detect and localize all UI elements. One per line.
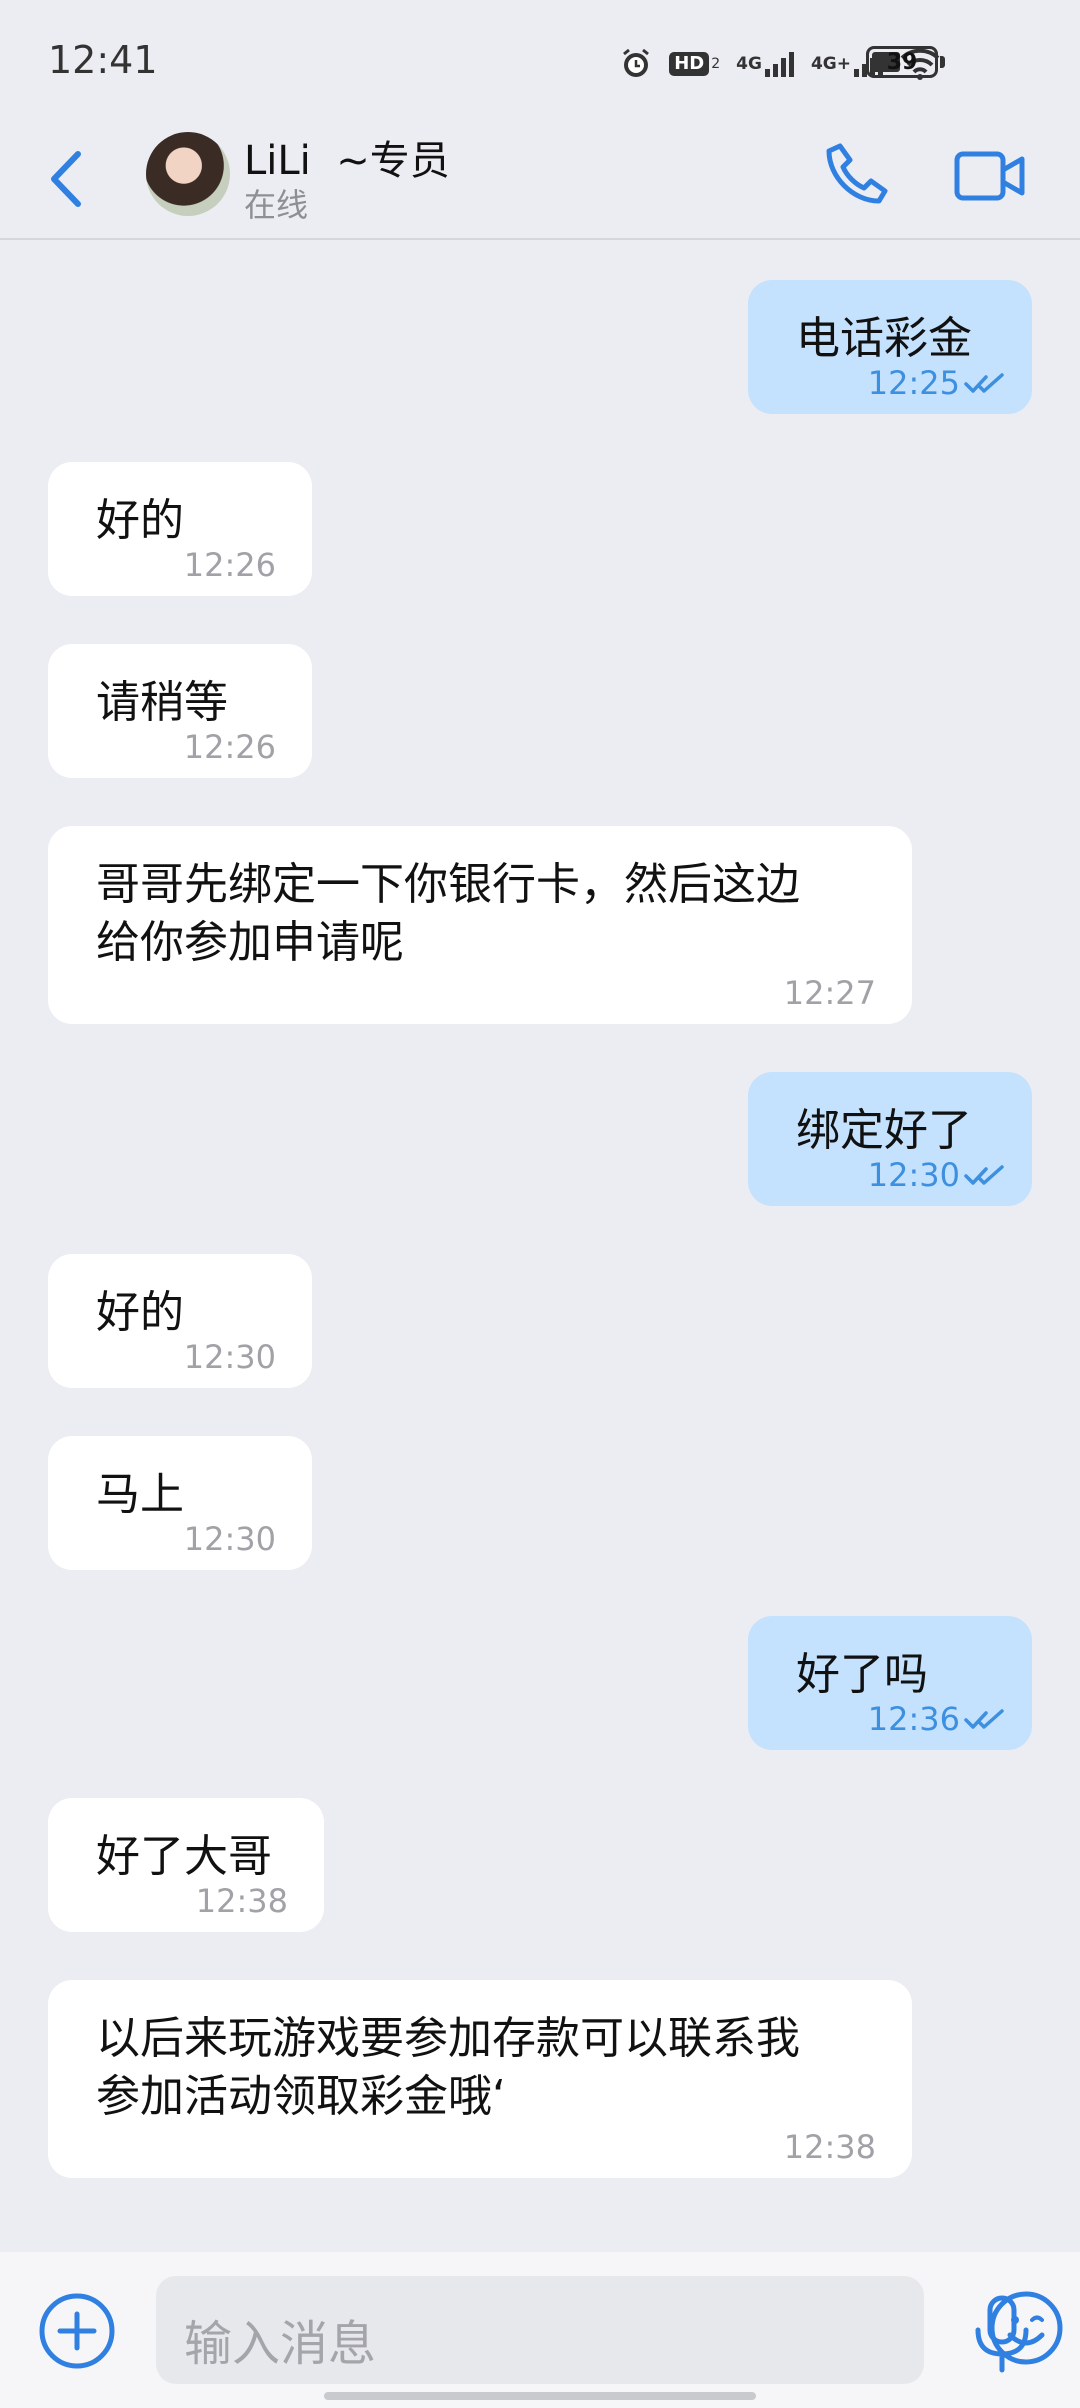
double-check-icon — [964, 1709, 1004, 1729]
message-input-bar: 输入消息 — [0, 2252, 1080, 2408]
message-time: 12:38 — [783, 2128, 876, 2166]
message-text-line-1: 以后来玩游戏要参加存款可以联系我 — [96, 2013, 800, 2064]
status-bar: 12:41 HD 2 4G 4G+ 39 — [0, 0, 1080, 124]
avatar[interactable] — [146, 132, 230, 216]
alarm-icon — [619, 47, 653, 81]
message-text: 好的 — [96, 495, 184, 546]
message-text-line-2: 给你参加申请呢 — [96, 917, 404, 968]
attach-button[interactable] — [38, 2292, 116, 2370]
message-text: 电话彩金 — [796, 313, 972, 364]
double-check-icon — [964, 1165, 1004, 1185]
voice-call-button[interactable] — [820, 138, 896, 214]
message-bubble-incoming[interactable]: 好的 12:30 — [48, 1254, 312, 1388]
double-check-icon — [964, 373, 1004, 393]
message-time: 12:36 — [867, 1700, 960, 1738]
message-bubble-incoming[interactable]: 马上 12:30 — [48, 1436, 312, 1570]
phone-icon — [826, 143, 888, 204]
hd-voice-icon: HD 2 — [669, 52, 720, 76]
message-text: 好了吗 — [796, 1649, 928, 1700]
status-time: 12:41 — [48, 38, 158, 82]
message-time: 12:26 — [183, 546, 276, 584]
message-bubble-outgoing[interactable]: 电话彩金 12:25 — [748, 280, 1032, 414]
voice-record-button[interactable] — [970, 2294, 1034, 2374]
message-bubble-outgoing[interactable]: 绑定好了 12:30 — [748, 1072, 1032, 1206]
message-input[interactable]: 输入消息 — [156, 2276, 1063, 2384]
message-bubble-incoming[interactable]: 哥哥先绑定一下你银行卡，然后这边 给你参加申请呢 12:27 — [48, 826, 912, 1024]
signal-4g-icon: 4G — [736, 51, 795, 77]
message-time: 12:38 — [195, 1882, 288, 1920]
message-bubble-outgoing[interactable]: 好了吗 12:36 — [748, 1616, 1032, 1750]
message-bubble-incoming[interactable]: 好了大哥 12:38 — [48, 1798, 324, 1932]
message-time: 12:26 — [183, 728, 276, 766]
message-time: 12:30 — [183, 1338, 276, 1376]
microphone-icon — [975, 2295, 1029, 2373]
video-call-button[interactable] — [954, 148, 1026, 204]
message-time: 12:27 — [783, 974, 876, 1012]
battery-icon: 39 — [866, 46, 938, 78]
message-time: 12:30 — [183, 1520, 276, 1558]
message-bubble-incoming[interactable]: 好的 12:26 — [48, 462, 312, 596]
message-time: 12:30 — [867, 1156, 960, 1194]
message-text-line-2: 参加活动领取彩金哦‘ — [96, 2071, 506, 2122]
home-indicator[interactable] — [324, 2392, 756, 2400]
plus-circle-icon — [39, 2293, 115, 2369]
message-input-placeholder: 输入消息 — [184, 2316, 377, 2372]
message-text: 请稍等 — [96, 677, 228, 728]
chat-header: LiLi ~专员 在线 — [0, 124, 1080, 240]
contact-status: 在线 — [244, 186, 309, 224]
message-time: 12:25 — [867, 364, 960, 402]
message-bubble-incoming[interactable]: 请稍等 12:26 — [48, 644, 312, 778]
message-text: 好的 — [96, 1287, 184, 1338]
back-button[interactable] — [44, 144, 88, 214]
message-text: 马上 — [96, 1469, 184, 1520]
chevron-left-icon — [51, 151, 81, 207]
battery-level: 39 — [886, 49, 918, 75]
message-text-line-1: 哥哥先绑定一下你银行卡，然后这边 — [96, 859, 800, 910]
message-text: 绑定好了 — [796, 1105, 972, 1156]
contact-name[interactable]: LiLi ~专员 — [244, 128, 450, 186]
video-camera-icon — [954, 151, 1025, 201]
message-text: 好了大哥 — [96, 1831, 272, 1882]
message-bubble-incoming[interactable]: 以后来玩游戏要参加存款可以联系我 参加活动领取彩金哦‘ 12:38 — [48, 1980, 912, 2178]
